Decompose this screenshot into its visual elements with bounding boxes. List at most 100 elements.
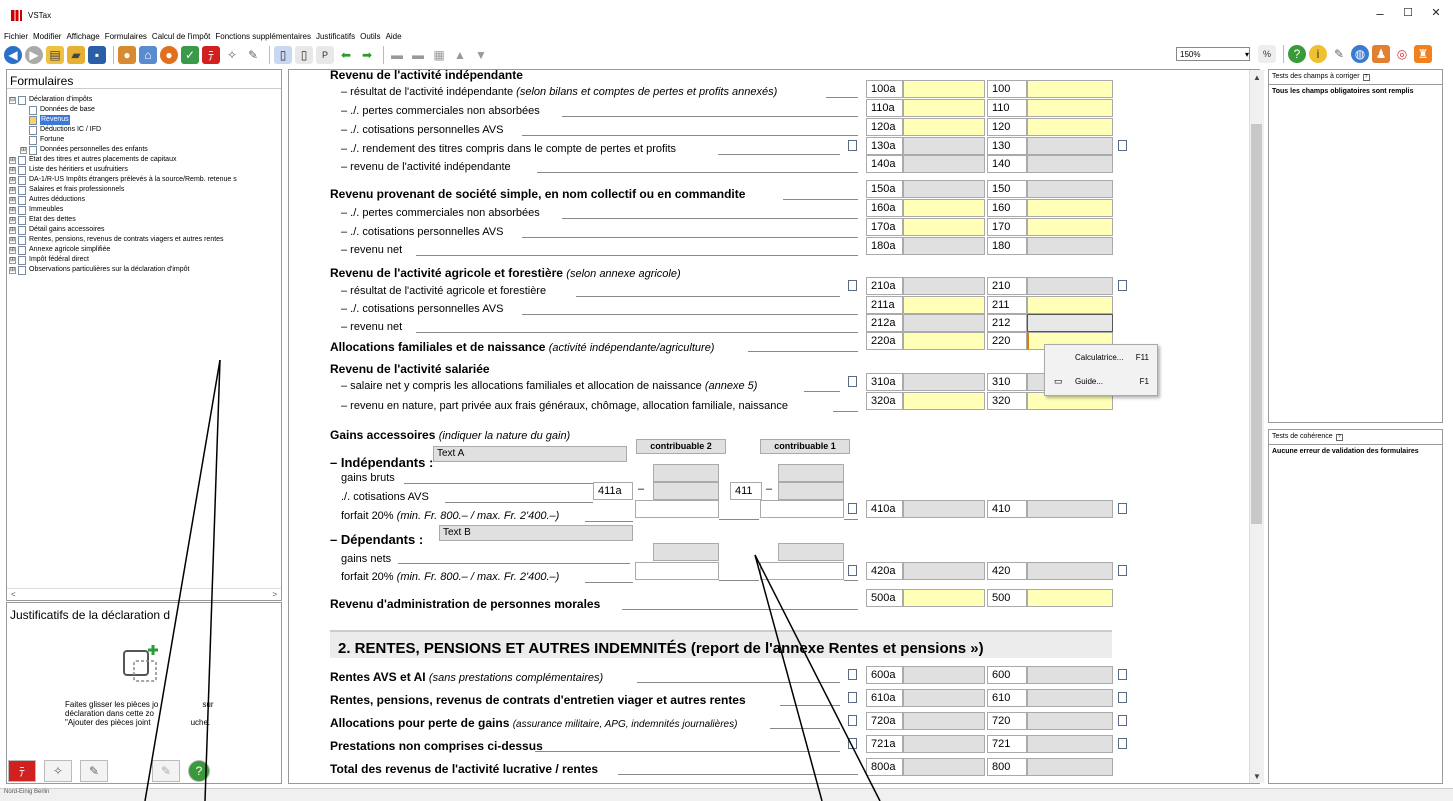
field-180a[interactable]	[903, 237, 985, 255]
tree-item-autres-deductions[interactable]: ⊞ Autres déductions	[9, 195, 281, 205]
field-500[interactable]	[1027, 589, 1113, 607]
field-420[interactable]	[1027, 562, 1113, 580]
user-tool-icon[interactable]: ♟	[1372, 45, 1390, 63]
field-800a[interactable]	[903, 758, 985, 776]
field-600a[interactable]	[903, 666, 985, 684]
check-document-icon[interactable]: ✓	[181, 46, 199, 64]
field-320a[interactable]	[903, 392, 985, 410]
menu-aide[interactable]: Aide	[386, 32, 402, 41]
pen-disabled-icon[interactable]: ✎	[152, 760, 180, 782]
expand-icon[interactable]: ⊞	[9, 186, 16, 194]
field-600[interactable]	[1027, 666, 1113, 684]
menu-outils[interactable]: Outils	[360, 32, 380, 41]
field-130[interactable]	[1027, 137, 1113, 155]
field-212a[interactable]	[903, 314, 985, 332]
tree-item-da1[interactable]: ⊞ DA-1/R-US Impôts étrangers prélevés à l…	[9, 175, 281, 185]
expand-icon[interactable]: ⊞	[9, 196, 16, 204]
zoom-select[interactable]: 150% ▾	[1176, 47, 1250, 61]
help-icon[interactable]: ?	[1335, 434, 1343, 441]
collapse-icon[interactable]: ⊟	[9, 96, 16, 104]
menu-fonctions[interactable]: Fonctions supplémentaires	[215, 32, 311, 41]
note-icon[interactable]	[1118, 565, 1127, 576]
field-800[interactable]	[1027, 758, 1113, 776]
minimize-button[interactable]: –	[1366, 6, 1394, 21]
back-icon[interactable]: ◀	[4, 46, 22, 64]
forfait-dep-c1-field[interactable]	[760, 562, 844, 580]
close-button[interactable]: ✕	[1422, 6, 1450, 19]
tree-item-observations[interactable]: ⊞ Observations particulières sur la décla…	[9, 265, 281, 275]
tree-item-donnees-de-base[interactable]: Données de base	[9, 105, 281, 115]
field-211[interactable]	[1027, 296, 1113, 314]
note-icon[interactable]	[1118, 503, 1127, 514]
field-720a[interactable]	[903, 712, 985, 730]
lifebuoy-icon[interactable]: ◎	[1393, 45, 1411, 63]
note-icon[interactable]	[1118, 715, 1127, 726]
field-410[interactable]	[1027, 500, 1113, 518]
menu-affichage[interactable]: Affichage	[66, 32, 99, 41]
scroll-left-icon[interactable]: <	[11, 590, 16, 599]
expand-icon[interactable]: ⊞	[9, 266, 16, 274]
tree-item-immeubles[interactable]: ⊞ Immeubles	[9, 205, 281, 215]
insert-row-icon[interactable]: ▬	[388, 46, 406, 64]
exit-icon[interactable]: ♜	[1414, 45, 1432, 63]
cot-avs-c1-field[interactable]	[778, 482, 844, 500]
save-icon[interactable]: ▪	[88, 46, 106, 64]
note-icon[interactable]	[848, 738, 857, 749]
note-icon[interactable]	[1118, 738, 1127, 749]
compass-icon[interactable]: ✧	[223, 46, 241, 64]
pen-icon[interactable]: ✎	[244, 46, 262, 64]
info-icon[interactable]: i	[1309, 45, 1327, 63]
tree-item-revenus[interactable]: Revenus	[9, 115, 281, 125]
tax-logo-icon[interactable]: ﾃ	[202, 46, 220, 64]
menu-justificatifs[interactable]: Justificatifs	[316, 32, 355, 41]
field-110a[interactable]	[903, 99, 985, 117]
menu-formulaires[interactable]: Formulaires	[105, 32, 147, 41]
note-icon[interactable]	[848, 692, 857, 703]
print-preview-icon[interactable]: P	[316, 46, 334, 64]
user-icon[interactable]: ●	[160, 46, 178, 64]
dependants-text-input[interactable]: Text B	[439, 525, 633, 541]
field-120a[interactable]	[903, 118, 985, 136]
independants-text-input[interactable]: Text A	[433, 446, 627, 462]
expand-icon[interactable]: ⊞	[9, 176, 16, 184]
new-document-icon[interactable]: ▤	[46, 46, 64, 64]
field-211a[interactable]	[903, 296, 985, 314]
scroll-thumb[interactable]	[1251, 124, 1262, 524]
scroll-up-icon[interactable]: ▲	[1253, 73, 1261, 82]
field-170[interactable]	[1027, 218, 1113, 236]
tree-item-heritiers[interactable]: ⊞ Liste des héritiers et usufruitiers	[9, 165, 281, 175]
note-icon[interactable]	[1118, 692, 1127, 703]
tree-item-gains-accessoires[interactable]: ⊞ Détail gains accessoires	[9, 225, 281, 235]
tree-item-rentes[interactable]: ⊞ Rentes, pensions, revenus de contrats v…	[9, 235, 281, 245]
field-160a[interactable]	[903, 199, 985, 217]
tax-logo-icon[interactable]: ﾃ	[8, 760, 36, 782]
table-icon[interactable]: ▦	[430, 46, 448, 64]
expand-icon[interactable]: ⊞	[9, 216, 16, 224]
field-212[interactable]	[1027, 314, 1113, 332]
expand-icon[interactable]: ⊞	[9, 256, 16, 264]
home-icon[interactable]: ⌂	[139, 46, 157, 64]
note-icon[interactable]	[848, 669, 857, 680]
field-210a[interactable]	[903, 277, 985, 295]
field-610a[interactable]	[903, 689, 985, 707]
tools-icon[interactable]: ✎	[1330, 45, 1348, 63]
help-icon[interactable]: ?	[1362, 74, 1370, 81]
gains-nets-c2-field[interactable]	[653, 543, 719, 561]
gains-bruts-c2-field[interactable]	[653, 464, 719, 482]
forfait-dep-c2-field[interactable]	[635, 562, 719, 580]
field-100[interactable]	[1027, 80, 1113, 98]
expand-icon[interactable]: ⊞	[9, 246, 16, 254]
forfait-c1-field[interactable]	[760, 500, 844, 518]
horizontal-scrollbar[interactable]: < >	[7, 588, 281, 600]
field-721[interactable]	[1027, 735, 1113, 753]
maximize-button[interactable]: ☐	[1394, 6, 1422, 19]
field-110[interactable]	[1027, 99, 1113, 117]
field-140[interactable]	[1027, 155, 1113, 173]
percent-document-icon[interactable]: %	[1258, 45, 1276, 63]
field-160[interactable]	[1027, 199, 1113, 217]
compass-icon[interactable]: ✧	[44, 760, 72, 782]
delete-row-icon[interactable]: ▬	[409, 46, 427, 64]
expand-icon[interactable]: ⊞	[9, 206, 16, 214]
scroll-right-icon[interactable]: >	[272, 590, 277, 599]
tree-item-salaires[interactable]: ⊞ Salaires et frais professionnels	[9, 185, 281, 195]
